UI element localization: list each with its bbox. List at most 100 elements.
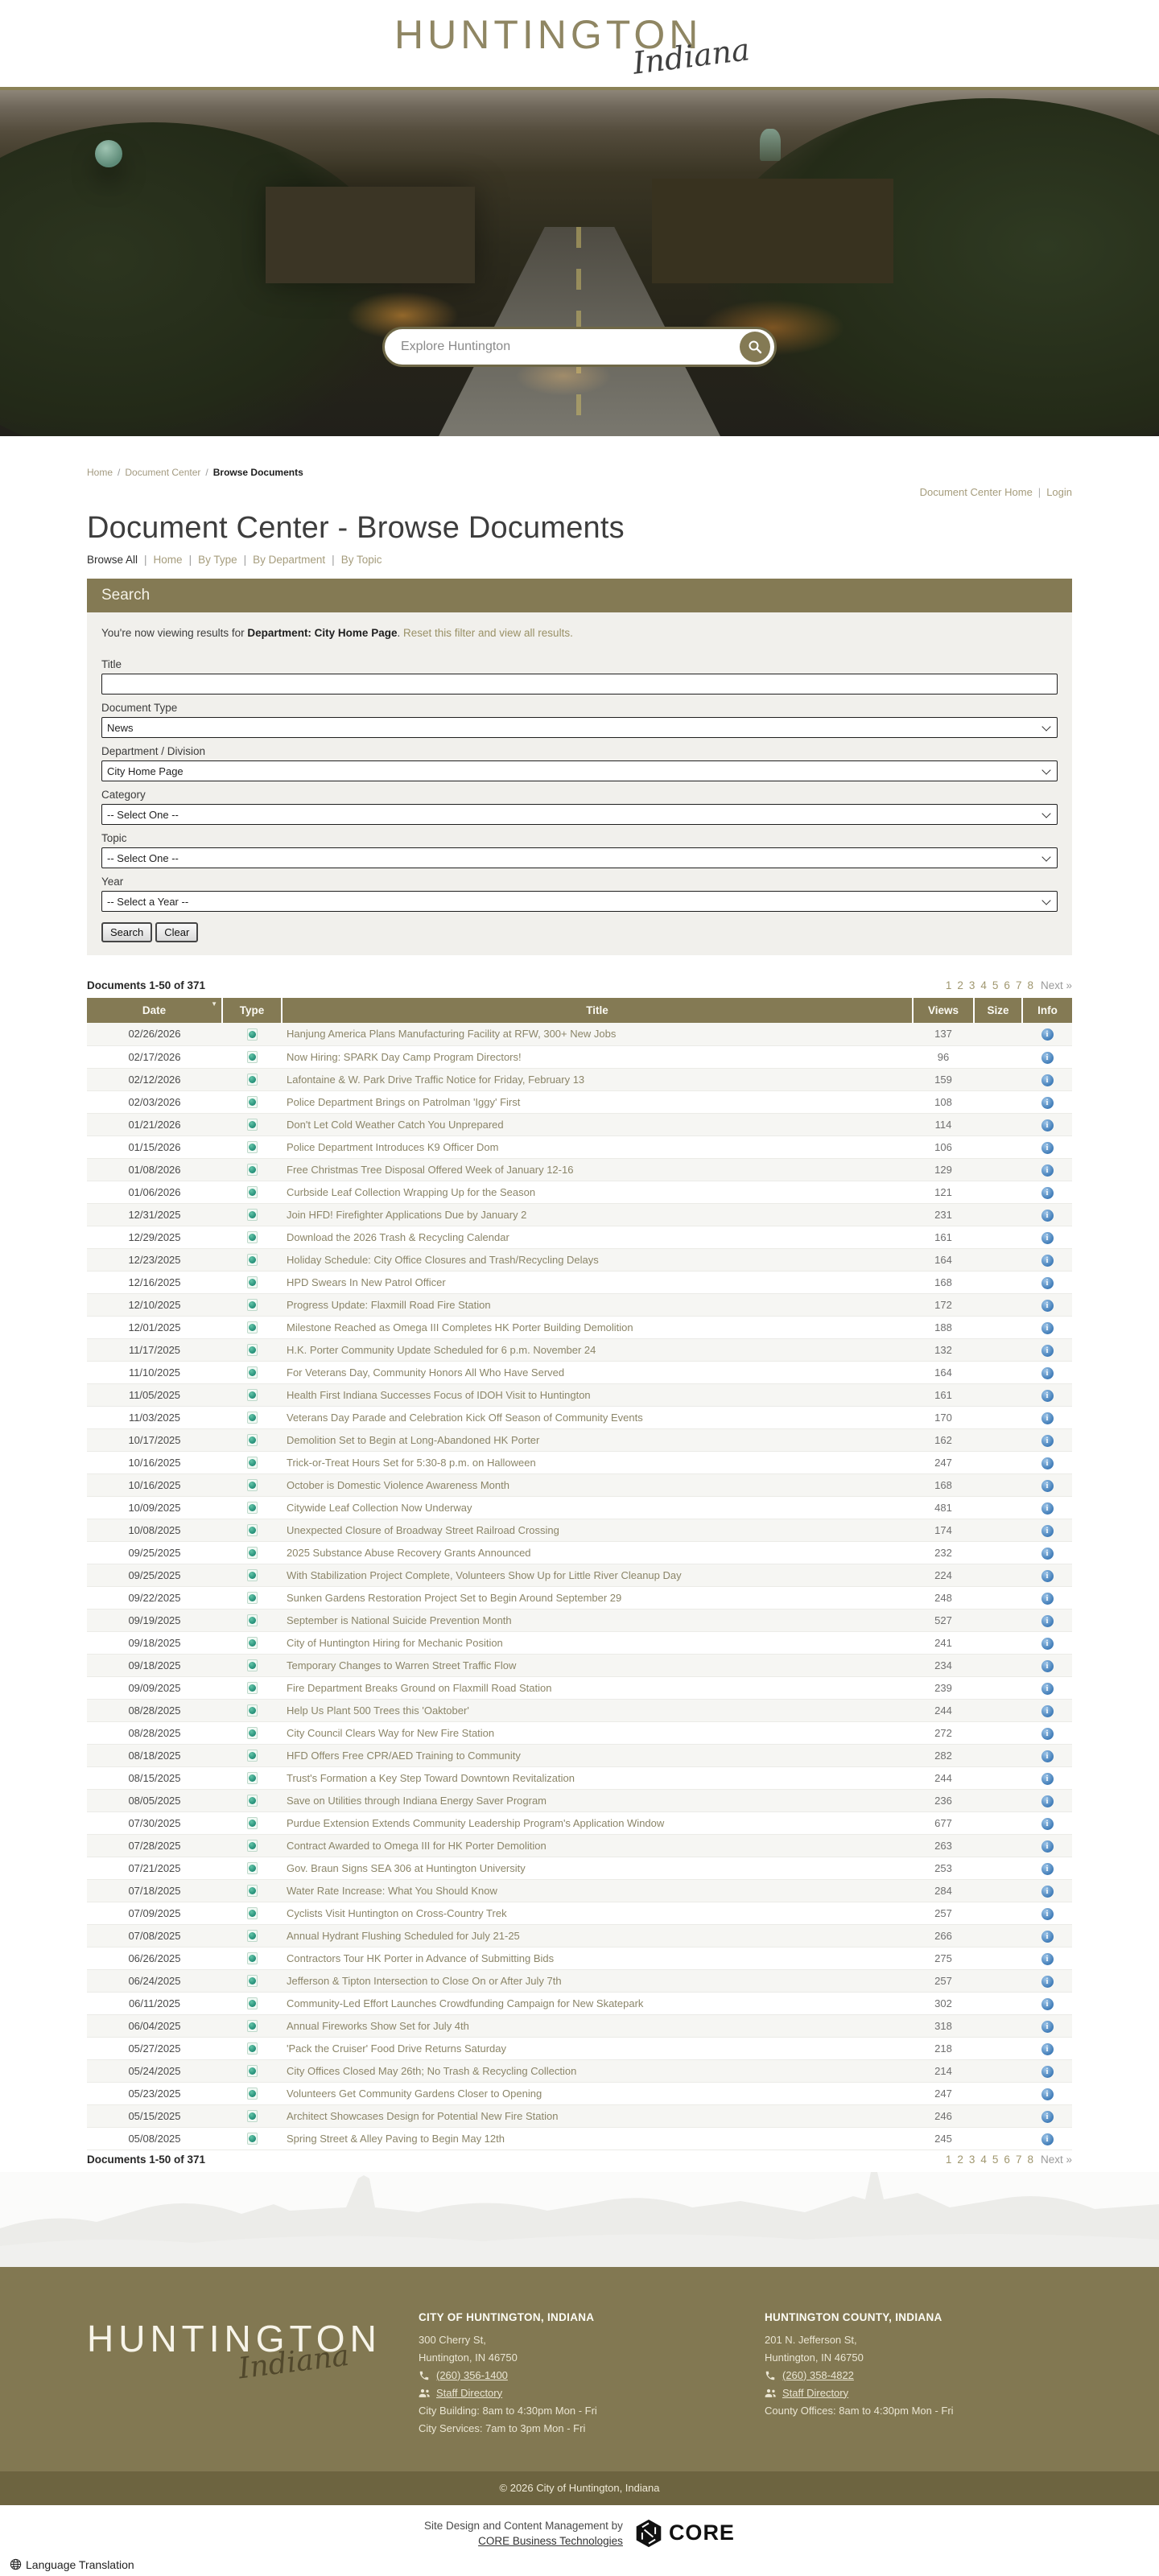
info-icon[interactable]: i — [1041, 1412, 1054, 1424]
page-link[interactable]: 1 — [946, 2154, 952, 2166]
document-link[interactable]: Download the 2026 Trash & Recycling Cale… — [287, 1231, 509, 1243]
info-icon[interactable]: i — [1041, 1931, 1054, 1943]
page-link[interactable]: 4 — [980, 2154, 987, 2166]
browse-link-by-department[interactable]: By Department — [253, 554, 325, 566]
core-business-technologies-link[interactable]: CORE Business Technologies — [478, 2535, 623, 2547]
document-link[interactable]: September is National Suicide Prevention… — [287, 1614, 512, 1626]
document-link[interactable]: Citywide Leaf Collection Now Underway — [287, 1502, 472, 1514]
info-icon[interactable]: i — [1041, 1593, 1054, 1605]
document-link[interactable]: Gov. Braun Signs SEA 306 at Huntington U… — [287, 1862, 526, 1874]
page-link[interactable]: 8 — [1027, 979, 1033, 991]
info-icon[interactable]: i — [1041, 1367, 1054, 1379]
document-link[interactable]: Milestone Reached as Omega III Completes… — [287, 1321, 633, 1333]
search-submit-button[interactable] — [740, 332, 770, 362]
document-link[interactable]: City Council Clears Way for New Fire Sta… — [287, 1727, 494, 1739]
info-icon[interactable]: i — [1041, 2066, 1054, 2078]
page-link[interactable]: 7 — [1016, 979, 1022, 991]
document-link[interactable]: Annual Hydrant Flushing Scheduled for Ju… — [287, 1930, 520, 1942]
info-icon[interactable]: i — [1041, 1728, 1054, 1740]
info-icon[interactable]: i — [1041, 1097, 1054, 1109]
column-header-type[interactable]: Type — [222, 998, 282, 1023]
info-icon[interactable]: i — [1041, 1953, 1054, 1965]
info-icon[interactable]: i — [1041, 1773, 1054, 1785]
document-link[interactable]: Architect Showcases Design for Potential… — [287, 2110, 558, 2122]
info-icon[interactable]: i — [1041, 1052, 1054, 1064]
document-link[interactable]: Hanjung America Plans Manufacturing Faci… — [287, 1028, 616, 1040]
info-icon[interactable]: i — [1041, 1683, 1054, 1695]
document-link[interactable]: Help Us Plant 500 Trees this 'Oaktober' — [287, 1704, 469, 1717]
document-link[interactable]: Demolition Set to Begin at Long-Abandone… — [287, 1434, 539, 1446]
page-link[interactable]: 1 — [946, 979, 952, 991]
footer-city-phone-link[interactable]: (260) 356-1400 — [436, 2367, 508, 2384]
browse-all-label[interactable]: Browse All — [87, 554, 138, 566]
column-header-info[interactable]: Info — [1022, 998, 1072, 1023]
page-link[interactable]: 3 — [969, 979, 975, 991]
info-icon[interactable]: i — [1041, 1480, 1054, 1492]
info-icon[interactable]: i — [1041, 1998, 1054, 2010]
document-link[interactable]: Don't Let Cold Weather Catch You Unprepa… — [287, 1119, 504, 1131]
document-link[interactable]: Community-Led Effort Launches Crowdfundi… — [287, 1997, 643, 2009]
info-icon[interactable]: i — [1041, 1818, 1054, 1830]
page-link[interactable]: 6 — [1004, 2154, 1010, 2166]
page-link[interactable]: 7 — [1016, 2154, 1022, 2166]
document-link[interactable]: Contract Awarded to Omega III for HK Por… — [287, 1840, 547, 1852]
category-select[interactable]: -- Select One -- — [101, 804, 1058, 825]
info-icon[interactable]: i — [1041, 1142, 1054, 1154]
document-link[interactable]: Jefferson & Tipton Intersection to Close… — [287, 1975, 562, 1987]
info-icon[interactable]: i — [1041, 1164, 1054, 1177]
column-header-date[interactable]: Date▼ — [87, 998, 222, 1023]
document-link[interactable]: Join HFD! Firefighter Applications Due b… — [287, 1209, 526, 1221]
login-link[interactable]: Login — [1046, 486, 1072, 498]
browse-link-home[interactable]: Home — [154, 554, 183, 566]
info-icon[interactable]: i — [1041, 1300, 1054, 1312]
info-icon[interactable]: i — [1041, 2088, 1054, 2100]
page-link[interactable]: 2 — [957, 979, 963, 991]
document-link[interactable]: Trust's Formation a Key Step Toward Down… — [287, 1772, 575, 1784]
info-icon[interactable]: i — [1041, 1322, 1054, 1334]
document-link[interactable]: Progress Update: Flaxmill Road Fire Stat… — [287, 1299, 491, 1311]
document-link[interactable]: Cyclists Visit Huntington on Cross-Count… — [287, 1907, 507, 1919]
info-icon[interactable]: i — [1041, 1255, 1054, 1267]
document-link[interactable]: Save on Utilities through Indiana Energy… — [287, 1795, 547, 1807]
document-link[interactable]: Lafontaine & W. Park Drive Traffic Notic… — [287, 1074, 584, 1086]
document-link[interactable]: Temporary Changes to Warren Street Traff… — [287, 1659, 516, 1671]
info-icon[interactable]: i — [1041, 1028, 1054, 1041]
breadcrumb-link-home[interactable]: Home — [87, 467, 113, 478]
info-icon[interactable]: i — [1041, 2111, 1054, 2123]
info-icon[interactable]: i — [1041, 1390, 1054, 1402]
info-icon[interactable]: i — [1041, 1840, 1054, 1853]
info-icon[interactable]: i — [1041, 1210, 1054, 1222]
info-icon[interactable]: i — [1041, 1750, 1054, 1762]
info-icon[interactable]: i — [1041, 2133, 1054, 2145]
info-icon[interactable]: i — [1041, 1976, 1054, 1988]
search-button[interactable]: Search — [101, 922, 152, 942]
info-icon[interactable]: i — [1041, 1795, 1054, 1807]
topic-select[interactable]: -- Select One -- — [101, 847, 1058, 868]
document-link[interactable]: City Offices Closed May 26th; No Trash &… — [287, 2065, 576, 2077]
info-icon[interactable]: i — [1041, 1277, 1054, 1289]
footer-county-staff-directory-link[interactable]: Staff Directory — [782, 2384, 848, 2402]
document-link[interactable]: Sunken Gardens Restoration Project Set t… — [287, 1592, 621, 1604]
document-link[interactable]: Spring Street & Alley Paving to Begin Ma… — [287, 2133, 505, 2145]
next-page-link[interactable]: Next » — [1041, 979, 1072, 991]
info-icon[interactable]: i — [1041, 1548, 1054, 1560]
browse-link-by-topic[interactable]: By Topic — [341, 554, 382, 566]
footer-county-phone-link[interactable]: (260) 358-4822 — [782, 2367, 854, 2384]
info-icon[interactable]: i — [1041, 1119, 1054, 1131]
info-icon[interactable]: i — [1041, 1886, 1054, 1898]
info-icon[interactable]: i — [1041, 1570, 1054, 1582]
document-link[interactable]: Holiday Schedule: City Office Closures a… — [287, 1254, 599, 1266]
footer-city-staff-directory-link[interactable]: Staff Directory — [436, 2384, 502, 2402]
reset-filter-link[interactable]: Reset this filter and view all results. — [403, 627, 573, 639]
document-link[interactable]: 'Pack the Cruiser' Food Drive Returns Sa… — [287, 2042, 506, 2055]
column-header-views[interactable]: Views — [913, 998, 974, 1023]
year-select[interactable]: -- Select a Year -- — [101, 891, 1058, 912]
document-link[interactable]: Contractors Tour HK Porter in Advance of… — [287, 1952, 554, 1964]
document-link[interactable]: Purdue Extension Extends Community Leade… — [287, 1817, 664, 1829]
info-icon[interactable]: i — [1041, 1345, 1054, 1357]
document-link[interactable]: Curbside Leaf Collection Wrapping Up for… — [287, 1186, 535, 1198]
info-icon[interactable]: i — [1041, 1074, 1054, 1086]
page-link[interactable]: 2 — [957, 2154, 963, 2166]
clear-button[interactable]: Clear — [155, 922, 198, 942]
page-link[interactable]: 6 — [1004, 979, 1010, 991]
